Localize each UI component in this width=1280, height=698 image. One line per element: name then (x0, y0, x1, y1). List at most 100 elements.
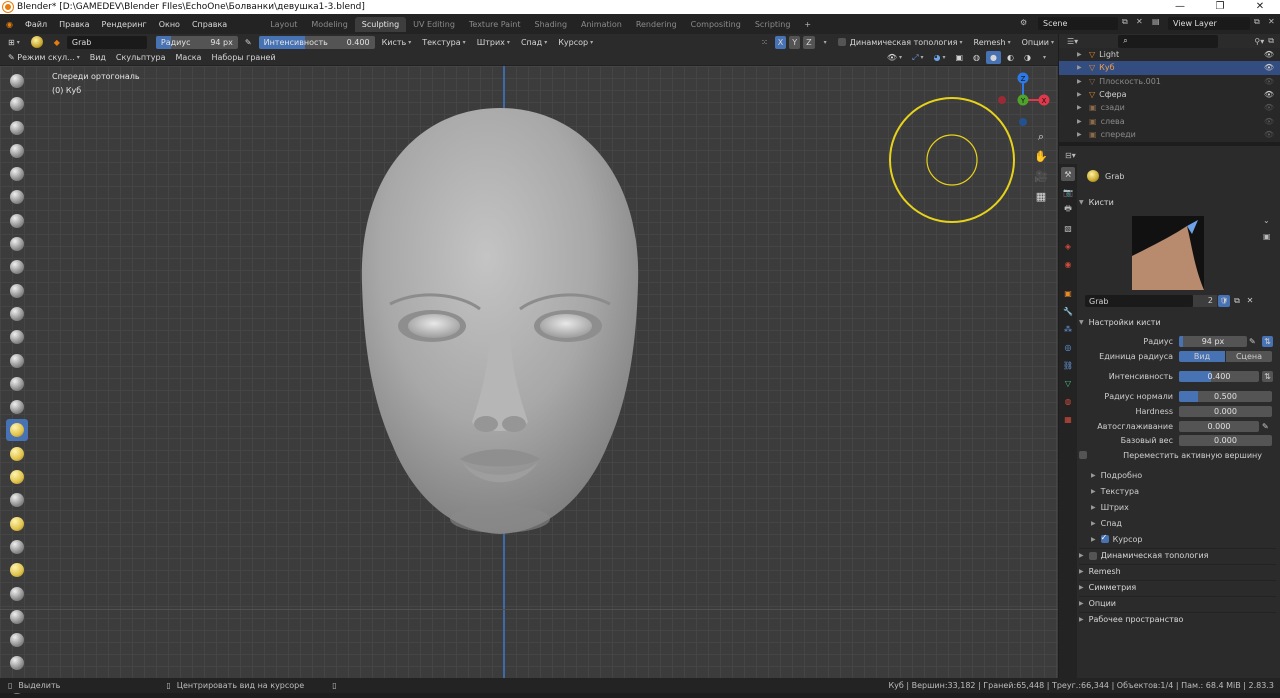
tab-modeling[interactable]: Modeling (304, 17, 354, 32)
view-layer-selector[interactable]: View Layer (1168, 17, 1250, 30)
new-view-layer-icon[interactable]: ⧉ (1254, 17, 1260, 27)
blender-menu-icon[interactable]: ◉ (0, 20, 19, 29)
new-collection-icon[interactable]: ⧉ (1268, 36, 1280, 46)
brush-users-count[interactable]: 2 (1193, 295, 1217, 307)
expand-icon[interactable]: ▶ (1077, 64, 1082, 71)
mask-tool-icon[interactable] (6, 629, 28, 651)
tab-shading[interactable]: Shading (528, 17, 575, 32)
tab-uv-editing[interactable]: UV Editing (406, 17, 462, 32)
pan-hand-icon[interactable]: ✋ (1033, 150, 1049, 166)
grab-tool-icon[interactable] (6, 419, 28, 442)
remesh-panel-header[interactable]: ▶ Remesh (1079, 564, 1276, 578)
strength-prop-field[interactable]: 0.400 (1179, 370, 1259, 382)
simplify-tool-icon[interactable] (6, 606, 28, 628)
ortho-grid-icon[interactable]: ▦ (1033, 190, 1049, 206)
tab-scripting[interactable]: Scripting (748, 17, 798, 32)
maximize-icon[interactable]: ❐ (1200, 0, 1240, 14)
brush-thumbnail[interactable] (1132, 216, 1204, 290)
outliner-item[interactable]: ▶ ▣ слева 👁 (1059, 114, 1280, 127)
scrape-tool-icon[interactable] (6, 350, 28, 372)
modifier-tab-icon[interactable]: 🔧 (1061, 304, 1075, 318)
delete-view-layer-icon[interactable]: ✕ (1268, 17, 1275, 26)
crease-tool-icon[interactable] (6, 256, 28, 278)
autosmooth-pen-icon[interactable]: ✎ (1262, 422, 1269, 431)
move-active-vertex-checkbox[interactable] (1079, 451, 1087, 459)
editor-type-icon[interactable]: ⊞ ▾ (4, 35, 24, 49)
brush-name-field[interactable]: Grab (1085, 295, 1193, 307)
strength-pressure-toggle-icon[interactable]: ⇅ (1262, 370, 1273, 382)
radius-unit-scene-button[interactable]: Сцена (1226, 350, 1272, 362)
axis-z-toggle[interactable]: Z (803, 35, 815, 49)
remesh-dropdown[interactable]: Remesh ▾ (969, 35, 1015, 49)
object-tab-icon[interactable]: ▣ (1061, 286, 1075, 300)
axis-y-toggle[interactable]: Y (789, 35, 801, 49)
flatten-tool-icon[interactable] (6, 303, 28, 325)
multiplane-scrape-tool-icon[interactable] (6, 373, 28, 395)
symmetry-dropdown[interactable]: ▾ (817, 35, 831, 49)
physics-tab-icon[interactable]: ◎ (1061, 340, 1075, 354)
outliner-item[interactable]: ▶ ▽ Сфера 👁 (1059, 88, 1280, 101)
fake-user-shield-icon[interactable]: 🛡 (1218, 295, 1230, 307)
outliner-search-input[interactable]: ⌕ (1118, 34, 1219, 48)
axis-x-toggle[interactable]: X (774, 35, 787, 49)
rotate-tool-icon[interactable] (6, 559, 28, 581)
radius-pressure-toggle-icon[interactable]: ⇅ (1262, 335, 1273, 347)
outliner-item[interactable]: ▶ ▣ спереди 👁 (1059, 128, 1280, 141)
render-tab-icon[interactable]: 📷 (1061, 185, 1075, 199)
tab-layout[interactable]: Layout (263, 17, 304, 32)
smooth-tool-icon[interactable] (6, 280, 28, 302)
camera-icon[interactable]: 🎥 (1033, 170, 1049, 186)
subpanel-stroke[interactable]: ▶ Штрих (1091, 500, 1129, 514)
tab-animation[interactable]: Animation (574, 17, 629, 32)
expand-icon[interactable]: ▶ (1077, 91, 1082, 98)
visibility-eye-icon[interactable]: 👁 (1264, 63, 1274, 72)
visibility-icon[interactable]: 👁 ▾ (882, 51, 907, 64)
expand-icon[interactable]: ▶ (1077, 104, 1082, 111)
unlink-brush-icon[interactable]: ✕ (1244, 295, 1256, 307)
filter-icon[interactable]: ⚲▾ (1254, 37, 1264, 46)
pinch-tool-icon[interactable] (6, 396, 28, 418)
expand-icon[interactable]: ▶ (1077, 78, 1082, 85)
delete-scene-icon[interactable]: ✕ (1136, 17, 1143, 26)
draw-tool-icon[interactable] (6, 70, 28, 92)
strength-slider[interactable]: Интенсивность 0.400 (258, 35, 375, 49)
mode-selector[interactable]: ✎ Режим скул... ▾ (4, 51, 84, 64)
clay-tool-icon[interactable] (6, 117, 28, 139)
scene-tab-icon[interactable]: ◈ (1061, 239, 1075, 253)
menu-falloff[interactable]: Спад ▾ (516, 35, 552, 49)
menu-brush[interactable]: Кисть ▾ (377, 35, 416, 49)
brush-name-field[interactable]: Grab (66, 35, 147, 49)
normal-radius-field[interactable]: 0.500 (1179, 390, 1272, 402)
particles-tab-icon[interactable]: ⁂ (1061, 322, 1075, 336)
properties-type-icon[interactable]: ⊟▾ (1065, 151, 1076, 160)
view-layer-tab-icon[interactable]: ▧ (1061, 221, 1075, 235)
visibility-eye-icon[interactable]: 👁 (1264, 50, 1274, 59)
outliner-item[interactable]: ▶ ▽ Light 👁 (1059, 48, 1280, 61)
zoom-icon[interactable]: ⌕ (1033, 130, 1049, 146)
menu-stroke[interactable]: Штрих ▾ (472, 35, 514, 49)
subpanel-falloff[interactable]: ▶ Спад (1091, 516, 1122, 530)
inflate-tool-icon[interactable] (6, 210, 28, 232)
menu-view[interactable]: Вид (85, 51, 110, 64)
solid-shading-icon[interactable]: ● (986, 51, 1002, 64)
brush-image-icon[interactable]: ▣ (1263, 232, 1271, 241)
visibility-eye-icon[interactable]: 👁 (1264, 117, 1274, 126)
options-dropdown[interactable]: Опции ▾ (1017, 35, 1058, 49)
menu-file[interactable]: Файл (19, 20, 53, 29)
xray-icon[interactable]: ▣ (951, 51, 968, 64)
outliner-item[interactable]: ▶ ▽ Куб 👁 (1059, 61, 1280, 75)
box-mask-tool-icon[interactable] (6, 652, 28, 674)
expand-icon[interactable]: ▶ (1077, 51, 1082, 58)
duplicate-brush-icon[interactable]: ⧉ (1231, 295, 1243, 307)
outliner-type-icon[interactable]: ☰▾ (1067, 37, 1078, 46)
base-weight-field[interactable]: 0.000 (1179, 434, 1272, 446)
menu-render[interactable]: Рендеринг (96, 20, 153, 29)
subpanel-texture[interactable]: ▶ Текстура (1091, 484, 1139, 498)
options-panel-header[interactable]: ▶ Опции (1079, 596, 1276, 610)
fill-tool-icon[interactable] (6, 326, 28, 348)
layer-tool-icon[interactable] (6, 186, 28, 208)
radius-slider[interactable]: Радиус 94 px (155, 35, 238, 49)
expand-icon[interactable]: ▶ (1077, 118, 1082, 125)
overlay-icon[interactable]: ◕ ▾ (929, 51, 950, 64)
clay-strips-tool-icon[interactable] (6, 140, 28, 162)
